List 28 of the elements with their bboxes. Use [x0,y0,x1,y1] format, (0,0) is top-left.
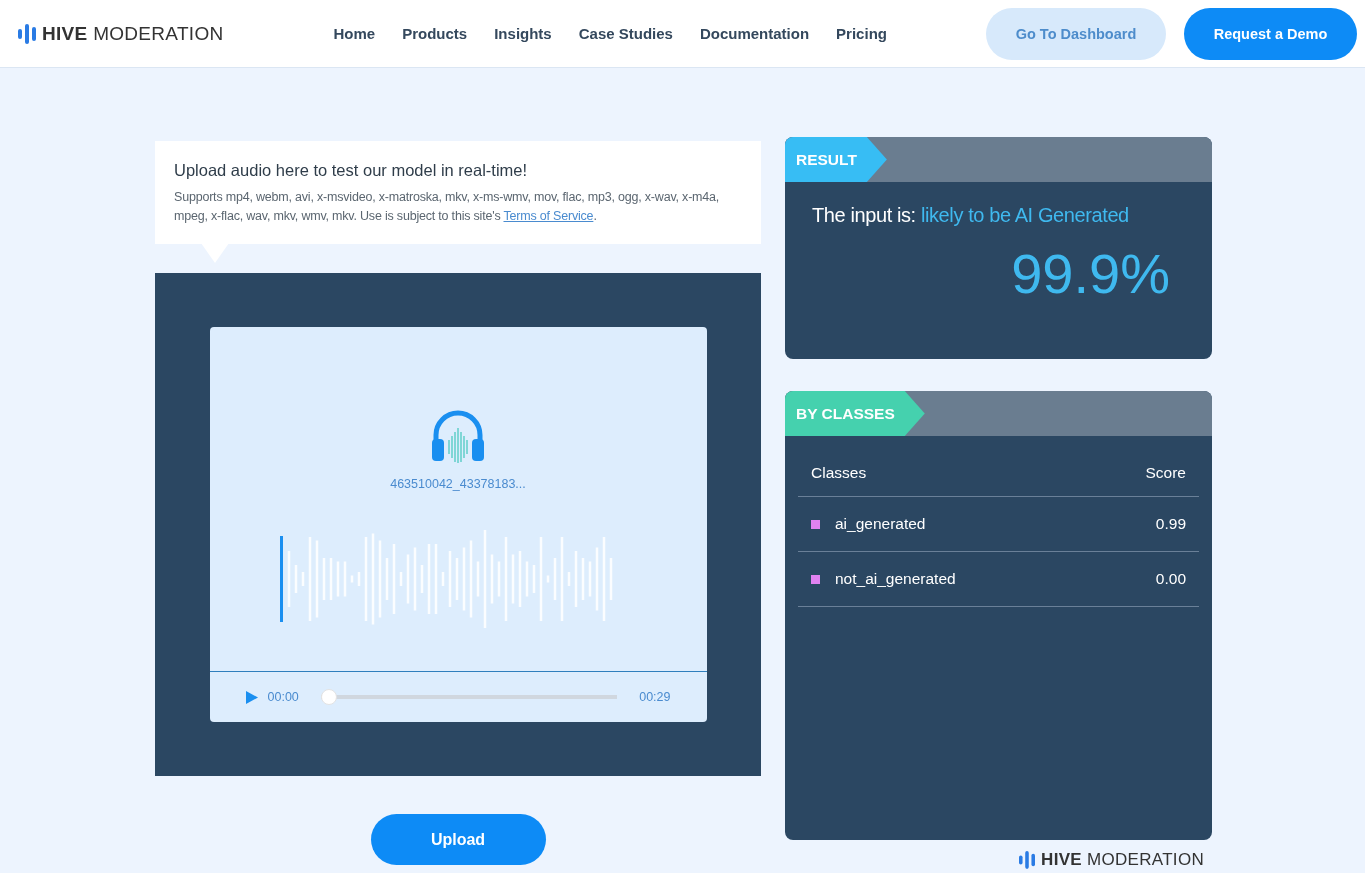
nav-link[interactable]: Pricing [836,25,887,42]
file-name: 463510042_43378183... [390,477,526,491]
class-score: 0.99 [1155,515,1186,533]
intro-title: Upload audio here to test our model in real-time! [174,161,529,180]
column-header: Score [1145,464,1186,482]
nav-link[interactable]: Documentation [699,25,810,42]
logo-bars-icon [18,23,36,44]
intro-text: Supports mp4, webm, avi, x-msvideo, x-matroska, mkv, x-ms-wmv, mov, flac, mp3, ogg, x-wav, x-m4a, mpeg, x-flac, wav, mkv, wmv, mkv. Use is subject to this site's Terms of Service. [174,189,721,225]
play-icon[interactable] [245,690,258,704]
result-tag: RESULT [785,137,887,182]
logo-bars-icon [1019,851,1036,869]
class-name: not_ai_generated [835,570,957,588]
current-time: 00:00 [267,690,299,704]
nav-link[interactable]: Insights [494,25,552,42]
classes-tag: BY CLASSES [785,391,925,436]
class-score: 0.00 [1155,570,1186,588]
result-label: The input is: [812,204,916,226]
column-header: Classes [811,464,867,482]
nav-link[interactable]: Case Studies [578,25,673,42]
logo-text: HIVE MODERATION [1041,850,1204,870]
result-verdict: likely to be AI Generated [920,204,1129,226]
nav-link[interactable]: Products [402,25,468,42]
logo-text: HIVE MODERATION [42,22,224,45]
progress-thumb[interactable] [320,689,337,705]
duration-time: 00:29 [639,690,671,704]
class-name: ai_generated [835,515,927,533]
result-score: 99.9% [1010,241,1171,306]
nav-link[interactable]: Home [333,25,376,42]
